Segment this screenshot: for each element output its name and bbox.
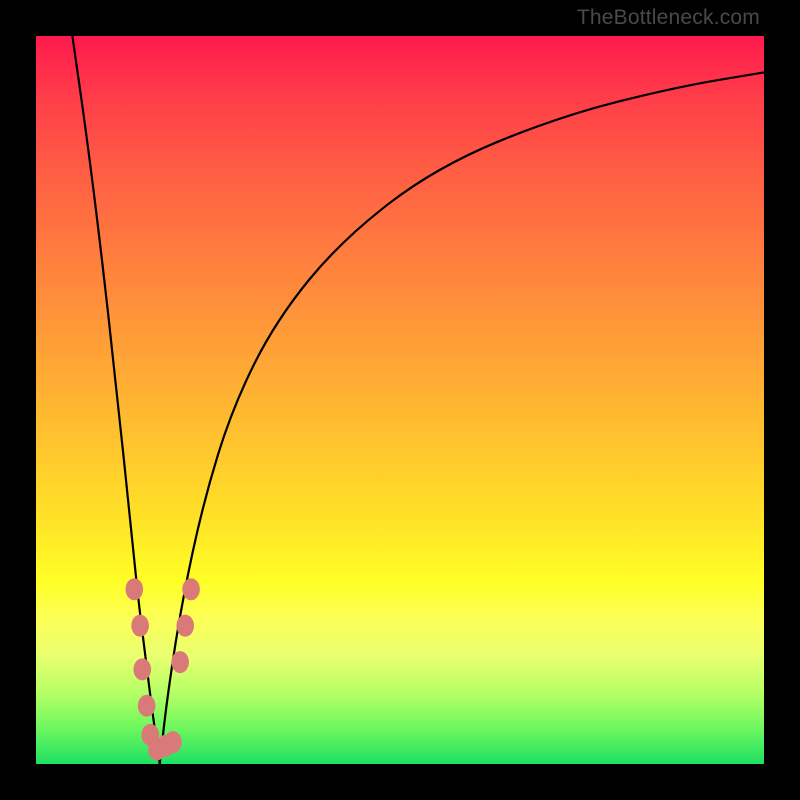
curve-right-arm <box>160 72 764 764</box>
marker-dot <box>125 578 143 600</box>
marker-dot <box>131 615 149 637</box>
chart-frame: TheBottleneck.com <box>0 0 800 800</box>
marker-dot <box>133 658 151 680</box>
marker-dot <box>171 651 189 673</box>
plot-area <box>36 36 764 764</box>
marker-dot <box>138 695 156 717</box>
curve-left-arm <box>72 36 159 764</box>
chart-svg <box>36 36 764 764</box>
marker-dot <box>182 578 200 600</box>
marker-dot <box>164 731 182 753</box>
watermark-text: TheBottleneck.com <box>577 6 760 30</box>
marker-dot <box>176 615 194 637</box>
